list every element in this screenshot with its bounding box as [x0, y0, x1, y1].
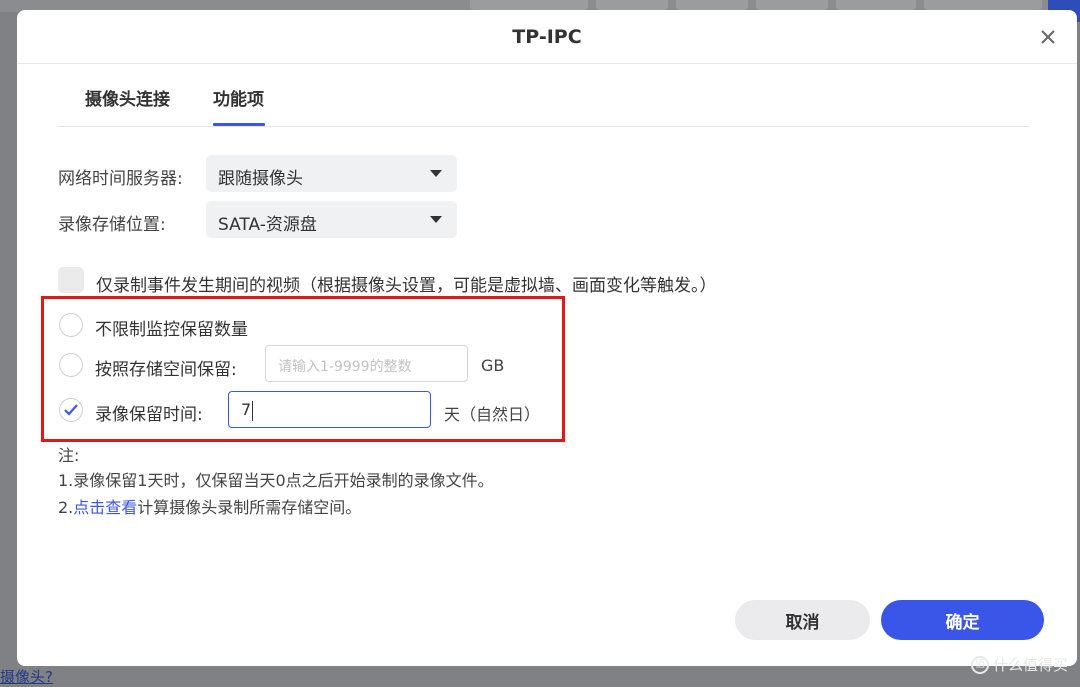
note-line-2-suffix: 计算摄像头录制所需存储空间。	[137, 498, 362, 517]
watermark-text: 什么值得买	[992, 656, 1068, 674]
zhi-logo-icon: 值	[970, 655, 989, 674]
event-only-checkbox[interactable]	[58, 267, 84, 293]
ntp-select-value: 跟随摄像头	[218, 169, 303, 189]
close-icon[interactable]	[1037, 26, 1059, 48]
background-button	[836, 0, 916, 10]
chevron-down-icon	[430, 216, 442, 223]
dialog-title: TP-IPC	[512, 26, 582, 48]
tab-bar: 摄像头连接 功能项	[57, 63, 1029, 127]
highlight-annotation-frame	[41, 296, 565, 442]
storage-select[interactable]: SATA-资源盘	[206, 201, 457, 238]
ntp-label: 网络时间服务器:	[58, 169, 183, 189]
background-button	[756, 0, 828, 10]
confirm-button[interactable]: 确定	[881, 600, 1044, 640]
view-details-link[interactable]: 点击查看	[73, 498, 137, 517]
storage-label: 录像存储位置:	[58, 215, 166, 235]
note-line-2-prefix: 2.	[58, 498, 74, 517]
tab-functions[interactable]: 功能项	[213, 85, 264, 110]
background-button	[924, 0, 1042, 10]
background-button	[676, 0, 748, 10]
background-button	[470, 0, 588, 10]
storage-select-value: SATA-资源盘	[218, 215, 317, 235]
ntp-select[interactable]: 跟随摄像头	[206, 155, 457, 192]
chevron-down-icon	[430, 170, 442, 177]
dialog-header: TP-IPC	[17, 10, 1077, 64]
event-only-label: 仅录制事件发生期间的视频（根据摄像头设置，可能是虚拟墙、画面变化等触发。）	[96, 276, 717, 296]
tab-camera-connection[interactable]: 摄像头连接	[85, 85, 170, 110]
background-button	[596, 0, 668, 10]
background-link: 摄像头?	[0, 668, 53, 686]
active-tab-indicator	[213, 123, 265, 126]
note-line-2: 2.点击查看计算摄像头录制所需存储空间。	[58, 494, 361, 518]
camera-settings-dialog: TP-IPC 摄像头连接 功能项 网络时间服务器: 跟随摄像头 录像存储位置: …	[17, 10, 1077, 666]
note-line-1: 1.录像保留1天时，仅保留当天0点之后开始录制的录像文件。	[58, 471, 494, 490]
cancel-button[interactable]: 取消	[735, 600, 870, 640]
notes-heading: 注:	[58, 446, 80, 465]
watermark: 值 什么值得买	[970, 654, 1068, 675]
